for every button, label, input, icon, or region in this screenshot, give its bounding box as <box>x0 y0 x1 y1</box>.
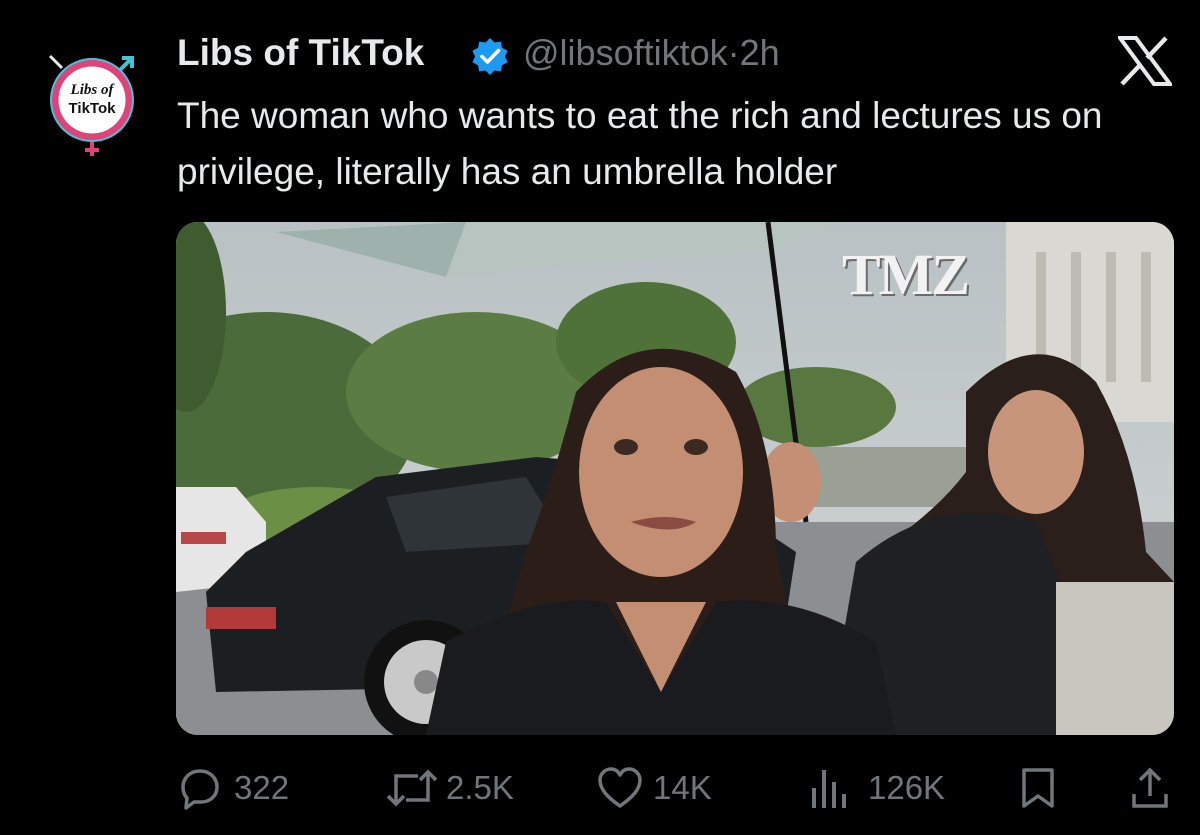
repost-icon <box>386 769 438 807</box>
avatar-text-line1: Libs of <box>70 82 116 98</box>
action-bar: 322 2.5K 14K 126K <box>0 760 1200 816</box>
reply-count: 322 <box>234 769 290 806</box>
handle-and-time: @libsoftiktok·2h <box>523 32 780 74</box>
reply-icon <box>181 769 219 810</box>
repost-button[interactable]: 2.5K <box>384 760 514 816</box>
tweet-text: The woman who wants to eat the rich and … <box>177 95 1103 192</box>
timestamp[interactable]: 2h <box>740 32 780 73</box>
avatar-text-line2: TikTok <box>69 100 117 117</box>
watermark: TMZ <box>842 242 970 307</box>
heart-icon <box>598 767 642 808</box>
x-logo-icon[interactable] <box>1116 36 1174 86</box>
display-name[interactable]: Libs of TikTok <box>177 32 424 74</box>
bookmark-button[interactable] <box>1016 760 1060 816</box>
separator: · <box>727 32 740 73</box>
bookmark-icon <box>1022 768 1054 808</box>
verified-badge-icon <box>470 36 510 76</box>
share-icon <box>1132 767 1168 808</box>
tweet-media-image[interactable] <box>176 222 1174 735</box>
handle[interactable]: @libsoftiktok <box>523 32 728 73</box>
views-icon <box>812 770 846 808</box>
views-button[interactable]: 126K <box>808 760 945 816</box>
like-button[interactable]: 14K <box>597 760 712 816</box>
reply-button[interactable]: 322 <box>178 760 289 816</box>
share-button[interactable] <box>1128 760 1172 816</box>
view-count: 126K <box>868 769 946 806</box>
avatar[interactable]: Libs of TikTok <box>46 50 142 160</box>
like-count: 14K <box>653 769 712 806</box>
repost-count: 2.5K <box>446 769 514 806</box>
